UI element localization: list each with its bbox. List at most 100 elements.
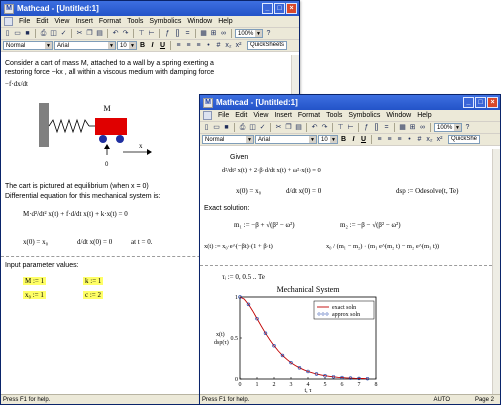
param-x0[interactable]: x₀ := 1 [23, 291, 46, 299]
style-select[interactable]: Normal ▼ [202, 135, 254, 144]
help-icon[interactable]: ? [264, 29, 273, 38]
menu-insert[interactable]: Insert [72, 18, 96, 25]
close-button[interactable]: × [286, 3, 297, 14]
document-icon[interactable] [203, 111, 212, 120]
align-right-icon[interactable]: ≡ [395, 135, 404, 144]
superscript-icon[interactable]: x² [234, 41, 243, 50]
italic-button[interactable]: I [349, 135, 358, 144]
title-bar[interactable]: M Mathcad - [Untitled:1] _ □ × [200, 95, 500, 110]
calculate-icon[interactable]: = [183, 29, 192, 38]
insert-function-icon[interactable]: ƒ [163, 29, 172, 38]
font-size-select[interactable]: 10 ▼ [117, 41, 137, 50]
vertical-scrollbar[interactable] [492, 149, 500, 394]
open-folder-icon[interactable]: ▭ [13, 29, 22, 38]
close-button[interactable]: × [487, 97, 498, 108]
worksheet[interactable]: Given d²/dt² x(t) + 2·β·d/dt x(t) + ω²·x… [200, 149, 492, 394]
paste-icon[interactable]: ▤ [294, 123, 303, 132]
paste-icon[interactable]: ▤ [95, 29, 104, 38]
initial-condition-velocity[interactable]: d/dt x(0) = 0 [77, 238, 112, 246]
menu-format[interactable]: Format [295, 112, 323, 119]
open-folder-icon[interactable]: ▭ [212, 123, 221, 132]
insert-matrix-icon[interactable]: ⊞ [209, 29, 218, 38]
subscript-icon[interactable]: x₂ [425, 135, 434, 144]
minimize-button[interactable]: _ [463, 97, 474, 108]
align-left-icon[interactable]: ⊢ [147, 29, 156, 38]
align-center-icon[interactable]: ≡ [385, 135, 394, 144]
print-icon[interactable]: ⎙ [39, 29, 48, 38]
initial-condition-velocity[interactable]: d/dt x(0) = 0 [286, 187, 321, 195]
menu-tools[interactable]: Tools [323, 112, 345, 119]
align-center-icon[interactable]: ≡ [184, 41, 193, 50]
document-icon[interactable] [4, 17, 13, 26]
new-document-icon[interactable]: ▯ [3, 29, 12, 38]
odesolve-definition[interactable]: dsp := Odesolve(t, Te) [396, 187, 458, 195]
menu-view[interactable]: View [250, 112, 271, 119]
param-mass[interactable]: M := 1 [23, 277, 47, 285]
align-left-text-icon[interactable]: ≡ [174, 41, 183, 50]
underline-button[interactable]: U [158, 41, 167, 50]
redo-icon[interactable]: ↷ [121, 29, 130, 38]
insert-unit-icon[interactable]: [] [173, 29, 182, 38]
exact-solution-expression[interactable]: x(t) := x₀·e^(−βt)·(1 + β·t) [204, 243, 273, 250]
param-spring-k[interactable]: k := 1 [83, 277, 104, 285]
print-icon[interactable]: ⎙ [238, 123, 247, 132]
initial-condition-position[interactable]: x(0) = x₀ [23, 238, 48, 246]
zoom-select[interactable]: 100% ▼ [434, 123, 462, 132]
spell-check-icon[interactable]: ✓ [59, 29, 68, 38]
align-right-icon[interactable]: ≡ [194, 41, 203, 50]
ode-equation[interactable]: d²/dt² x(t) + 2·β·d/dt x(t) + ω²·x(t) = … [222, 167, 321, 174]
title-bar[interactable]: M Mathcad - [Untitled:1] _ □ × [1, 1, 299, 16]
print-preview-icon[interactable]: ◫ [248, 123, 257, 132]
menu-help[interactable]: Help [414, 112, 434, 119]
cut-icon[interactable]: ✂ [75, 29, 84, 38]
bullets-icon[interactable]: • [405, 135, 414, 144]
menu-symbolics[interactable]: Symbolics [345, 112, 383, 119]
insert-graph-icon[interactable]: ▦ [398, 123, 407, 132]
subscript-icon[interactable]: x₂ [224, 41, 233, 50]
maximize-button[interactable]: □ [274, 3, 285, 14]
param-damping-c[interactable]: c := 2 [83, 291, 103, 299]
new-document-icon[interactable]: ▯ [202, 123, 211, 132]
menu-window[interactable]: Window [383, 112, 414, 119]
insert-hyperlink-icon[interactable]: ∞ [219, 29, 228, 38]
quicksheets-button[interactable]: QuickSheets [247, 41, 288, 50]
exact-solution-tail[interactable]: x₀ / (m₁ − m₂) · (m₁ e^(m₂ t) − m₂ e^(m₁… [326, 243, 439, 250]
menu-insert[interactable]: Insert [271, 112, 295, 119]
save-icon[interactable]: ■ [222, 123, 231, 132]
superscript-icon[interactable]: x² [435, 135, 444, 144]
print-preview-icon[interactable]: ◫ [49, 29, 58, 38]
align-left-text-icon[interactable]: ≡ [375, 135, 384, 144]
menu-edit[interactable]: Edit [232, 112, 250, 119]
menu-file[interactable]: File [16, 18, 33, 25]
root-m1-definition[interactable]: m₁ := −β + √(β² − ω²) [234, 221, 295, 229]
differential-equation[interactable]: M·d²/dt² x(t) + f·d/dt x(t) + k·x(t) = 0 [23, 210, 128, 218]
insert-unit-icon[interactable]: [] [372, 123, 381, 132]
calculate-icon[interactable]: = [382, 123, 391, 132]
align-top-icon[interactable]: ⊤ [336, 123, 345, 132]
insert-matrix-icon[interactable]: ⊞ [408, 123, 417, 132]
insert-graph-icon[interactable]: ▦ [199, 29, 208, 38]
font-select[interactable]: Arial ▼ [255, 135, 317, 144]
menu-tools[interactable]: Tools [124, 18, 146, 25]
menu-edit[interactable]: Edit [33, 18, 51, 25]
numbering-icon[interactable]: # [415, 135, 424, 144]
save-icon[interactable]: ■ [23, 29, 32, 38]
font-size-select[interactable]: 10 ▼ [318, 135, 338, 144]
italic-button[interactable]: I [148, 41, 157, 50]
menu-symbolics[interactable]: Symbolics [146, 18, 184, 25]
zoom-select[interactable]: 100% ▼ [235, 29, 263, 38]
maximize-button[interactable]: □ [475, 97, 486, 108]
bold-button[interactable]: B [138, 41, 147, 50]
bullets-icon[interactable]: • [204, 41, 213, 50]
cut-icon[interactable]: ✂ [274, 123, 283, 132]
copy-icon[interactable]: ❐ [85, 29, 94, 38]
tau-range-definition[interactable]: τᵢ := 0, 0.5 .. Te [222, 273, 265, 281]
spell-check-icon[interactable]: ✓ [258, 123, 267, 132]
insert-hyperlink-icon[interactable]: ∞ [418, 123, 427, 132]
menu-view[interactable]: View [51, 18, 72, 25]
menu-format[interactable]: Format [96, 18, 124, 25]
undo-icon[interactable]: ↶ [310, 123, 319, 132]
menu-file[interactable]: File [215, 112, 232, 119]
quicksheets-button[interactable]: QuickShe [448, 135, 481, 144]
mechanical-system-chart[interactable]: Mechanical System0 1 2 3 4 5 6 7 800.51t, τx(t)d… [200, 283, 492, 393]
